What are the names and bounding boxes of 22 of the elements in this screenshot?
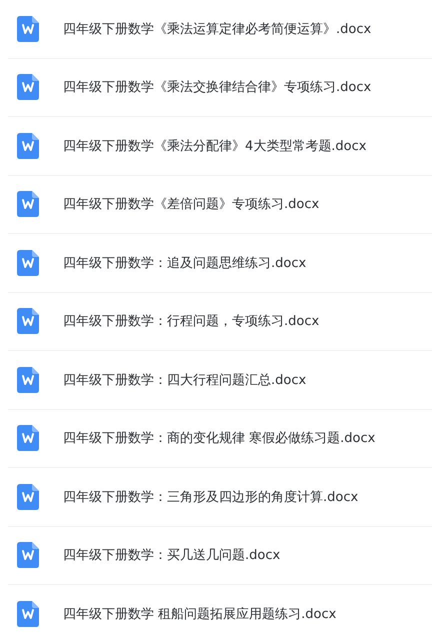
word-document-icon: [17, 542, 39, 568]
word-document-icon: [17, 425, 39, 452]
word-document-icon: [17, 16, 39, 42]
file-name[interactable]: 四年级下册数学：四大行程问题汇总.docx: [63, 370, 306, 389]
word-document-icon: [17, 74, 39, 100]
file-name[interactable]: 四年级下册数学：三角形及四边形的角度计算.docx: [63, 488, 358, 506]
word-document-icon: [17, 601, 39, 628]
word-document-icon: [17, 484, 39, 510]
word-document-icon: [17, 366, 39, 393]
file-name[interactable]: 四年级下册数学：商的变化规律 寒假必做练习题.docx: [63, 429, 376, 448]
word-document-icon: [17, 308, 39, 334]
file-name[interactable]: 四年级下册数学《差倍问题》专项练习.docx: [63, 195, 320, 214]
file-name[interactable]: 四年级下册数学 租船问题拓展应用题练习.docx: [63, 605, 336, 624]
file-name[interactable]: 四年级下册数学《乘法分配律》4大类型常考题.docx: [63, 136, 366, 155]
file-name[interactable]: 四年级下册数学：追及问题思维练习.docx: [63, 254, 306, 272]
word-document-icon: [17, 250, 39, 276]
file-name[interactable]: 四年级下册数学《乘法交换律结合律》专项练习.docx: [63, 78, 372, 96]
word-document-icon: [17, 191, 39, 218]
file-name[interactable]: 四年级下册数学《乘法运算定律必考简便运算》.docx: [63, 20, 372, 38]
file-name[interactable]: 四年级下册数学：行程问题，专项练习.docx: [63, 312, 320, 330]
word-document-icon: [17, 132, 39, 159]
file-name[interactable]: 四年级下册数学：买几送几问题.docx: [63, 546, 280, 564]
